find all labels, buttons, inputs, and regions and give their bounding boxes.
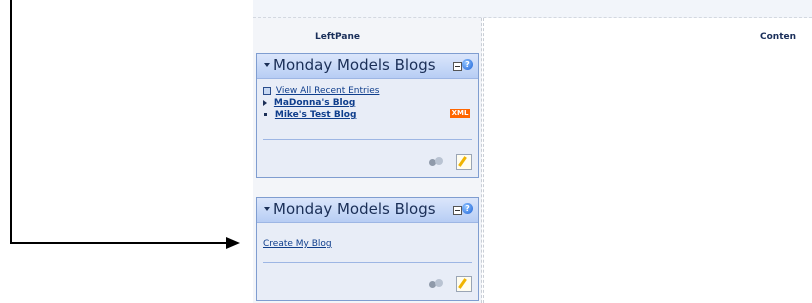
create-my-blog-link[interactable]: Create My Blog xyxy=(263,239,332,249)
module-footer-icons xyxy=(421,151,472,170)
caret-down-icon[interactable] xyxy=(264,207,270,211)
minimize-icon[interactable] xyxy=(453,206,462,215)
module-title: Monday Models Blogs xyxy=(273,200,436,218)
view-all-entries[interactable]: View All Recent Entries xyxy=(263,86,379,96)
edit-icon[interactable] xyxy=(456,153,472,170)
content-pane: Conten xyxy=(483,18,812,303)
people-icon[interactable] xyxy=(428,277,443,291)
help-icon[interactable]: ? xyxy=(462,203,473,214)
blog-link-madonna[interactable]: MaDonna's Blog xyxy=(263,98,355,108)
content-pane-title: Conten xyxy=(760,32,797,42)
mike-blog-link[interactable]: Mike's Test Blog xyxy=(275,110,357,120)
create-my-blog[interactable]: Create My Blog xyxy=(263,239,332,249)
view-all-entries-link[interactable]: View All Recent Entries xyxy=(276,86,380,96)
module-footer-icons xyxy=(421,273,472,292)
module-header: Monday Models Blogs ? xyxy=(257,54,478,79)
xml-feed-badge[interactable]: XML xyxy=(450,109,470,118)
module-separator xyxy=(263,139,472,140)
minimize-icon[interactable] xyxy=(453,62,462,71)
people-icon[interactable] xyxy=(428,155,443,169)
left-pane: LeftPane Monday Models Blogs ? View All … xyxy=(253,18,482,303)
madonna-blog-link[interactable]: MaDonna's Blog xyxy=(274,98,355,108)
help-icon[interactable]: ? xyxy=(462,59,473,70)
blog-module-create: Monday Models Blogs ? Create My Blog xyxy=(256,197,479,301)
blog-module: Monday Models Blogs ? View All Recent En… xyxy=(256,53,479,178)
blog-link-mike[interactable]: Mike's Test Blog xyxy=(263,110,356,120)
triangle-bullet-icon xyxy=(263,99,267,106)
module-header: Monday Models Blogs ? xyxy=(257,198,478,223)
module-title: Monday Models Blogs xyxy=(273,56,436,74)
caret-down-icon[interactable] xyxy=(264,63,270,67)
edit-icon[interactable] xyxy=(456,275,472,292)
page-top-strip xyxy=(253,0,812,18)
module-separator xyxy=(263,262,472,263)
square-bullet-icon xyxy=(263,86,271,95)
dot-bullet-icon xyxy=(264,113,267,116)
module-body: Create My Blog xyxy=(257,223,478,273)
left-pane-title: LeftPane xyxy=(315,32,360,42)
